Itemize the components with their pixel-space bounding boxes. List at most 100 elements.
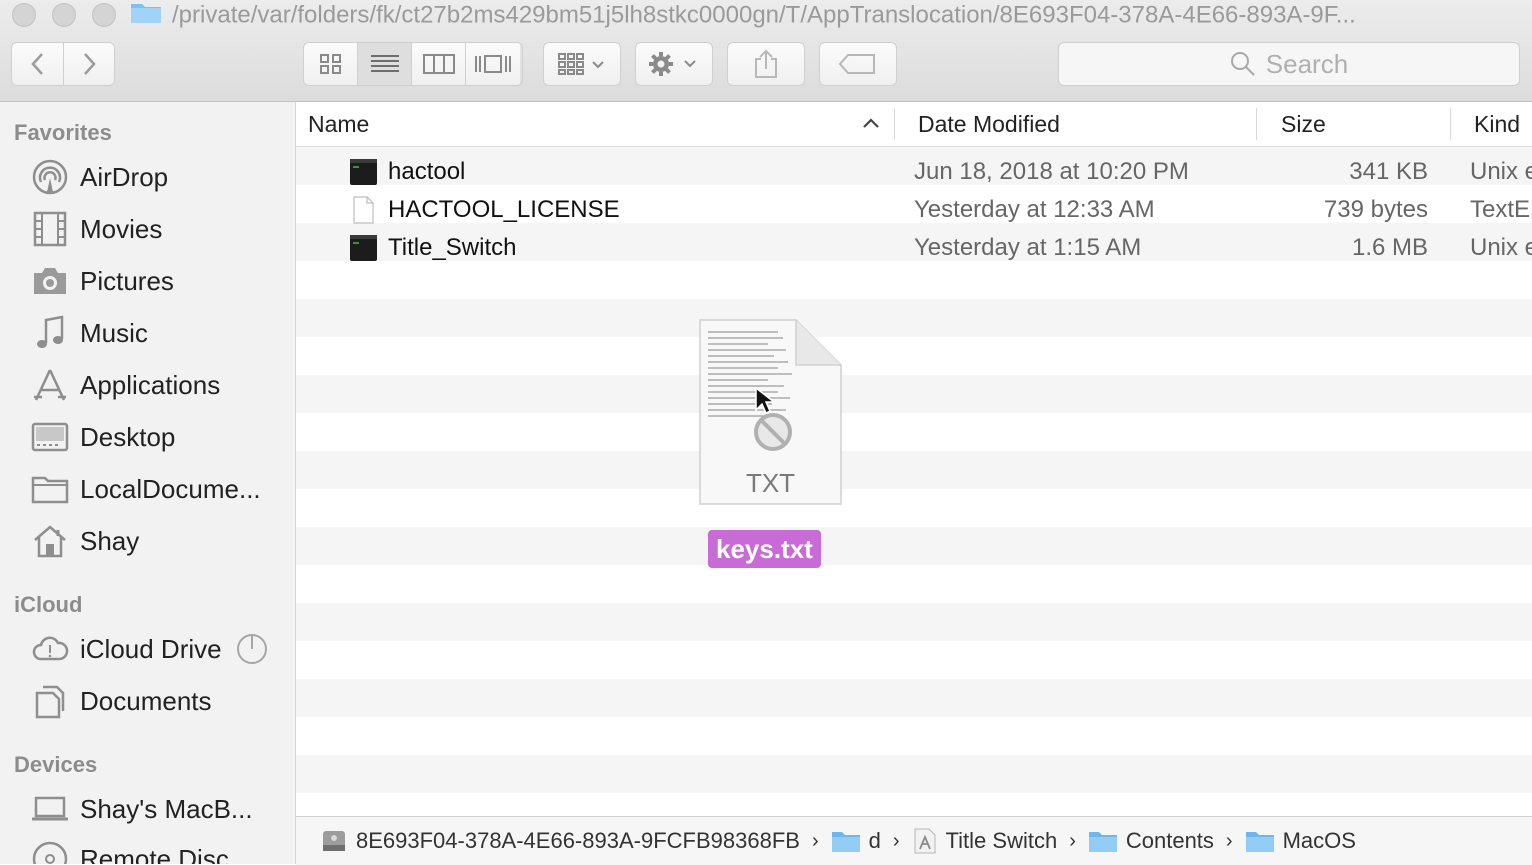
- mouse-pointer-icon: [755, 386, 776, 415]
- forward-button[interactable]: [64, 43, 114, 85]
- nav-buttons: [11, 42, 115, 86]
- sidebar-item-airdrop[interactable]: AirDrop: [0, 153, 295, 201]
- chevron-right-icon: ›: [1225, 829, 1233, 852]
- file-list: Name Date Modified Size Kind hactool Jun…: [296, 102, 1532, 816]
- cover-flow-icon: [475, 55, 511, 73]
- dragged-file-icon[interactable]: TXT: [698, 318, 843, 506]
- sidebar-item-label: iCloud Drive: [80, 633, 222, 664]
- path-item[interactable]: MacOS: [1245, 828, 1356, 854]
- path-item[interactable]: Title Switch: [912, 827, 1057, 855]
- back-button[interactable]: [12, 43, 64, 85]
- window-title: /private/var/folders/fk/ct27b2ms429bm51j…: [130, 0, 1520, 30]
- close-window-button[interactable]: [12, 3, 36, 27]
- devices-header: Devices: [14, 752, 98, 777]
- arrange-button[interactable]: [543, 42, 621, 86]
- airdrop-icon: [30, 157, 70, 197]
- column-view-button[interactable]: [412, 43, 466, 85]
- sidebar-item-pictures[interactable]: Pictures: [0, 257, 295, 305]
- sidebar-item-label: AirDrop: [80, 161, 169, 192]
- app-icon: [914, 828, 936, 854]
- dragged-file-name: keys.txt: [708, 530, 821, 568]
- sidebar-item-movies[interactable]: Movies: [0, 205, 295, 253]
- zoom-window-button[interactable]: [92, 3, 116, 27]
- file-date: Yesterday at 12:33 AM: [914, 196, 1155, 223]
- sidebar-item-applications[interactable]: Applications: [0, 361, 295, 409]
- minimize-window-button[interactable]: [52, 3, 76, 27]
- text-document-icon: [353, 196, 374, 224]
- row-stripe: [296, 679, 1532, 717]
- path-item[interactable]: 8E693F04-378A-4E66-893A-9FCFB98368FB: [320, 827, 800, 855]
- sidebar-item-label: Shay's MacB...: [80, 793, 253, 824]
- search-icon: [1230, 52, 1255, 76]
- cloud-icon: [30, 629, 70, 669]
- file-row[interactable]: hactool Jun 18, 2018 at 10:20 PM 341 KB …: [296, 153, 1532, 191]
- sidebar-item-label: Music: [80, 317, 148, 348]
- path-item[interactable]: d: [831, 828, 881, 854]
- tags-button[interactable]: [819, 42, 897, 86]
- sidebar-item-documents[interactable]: Documents: [0, 677, 295, 725]
- file-kind: Unix e: [1470, 158, 1532, 185]
- sidebar-item-label: Desktop: [80, 421, 176, 452]
- sidebar-item-label: LocalDocume...: [80, 473, 261, 504]
- folder-icon: [831, 832, 860, 852]
- list-view-button[interactable]: [358, 43, 412, 85]
- column-separator[interactable]: [1450, 108, 1451, 140]
- terminal-exec-icon: [350, 235, 377, 261]
- path-item[interactable]: Contents: [1088, 828, 1214, 854]
- list-icon: [370, 55, 399, 72]
- sidebar-item-label: Movies: [80, 213, 163, 244]
- file-row[interactable]: Title_Switch Yesterday at 1:15 AM 1.6 MB…: [296, 229, 1532, 267]
- chevron-left-icon: [30, 53, 43, 75]
- search-field[interactable]: Search: [1058, 42, 1520, 86]
- documents-icon: [30, 681, 70, 721]
- share-button[interactable]: [727, 42, 805, 86]
- row-stripe: [296, 375, 1532, 413]
- sidebar-item-localdocuments[interactable]: LocalDocume...: [0, 465, 295, 513]
- column-separator[interactable]: [1256, 108, 1257, 140]
- sidebar-item-desktop[interactable]: Desktop: [0, 413, 295, 461]
- sync-progress-icon: [236, 634, 267, 664]
- film-icon: [30, 209, 70, 249]
- folder-icon: [130, 0, 162, 30]
- chevron-right-icon: ›: [1069, 829, 1076, 852]
- desktop-icon: [30, 417, 70, 457]
- search-placeholder: Search: [1265, 48, 1349, 79]
- share-icon: [755, 49, 777, 78]
- row-stripe: [296, 299, 1532, 337]
- column-separator[interactable]: [894, 108, 895, 140]
- path-bar: 8E693F04-378A-4E66-893A-9FCFB98368FB › d…: [296, 816, 1532, 865]
- gear-icon: [649, 52, 696, 76]
- column-header-date[interactable]: Date Modified: [918, 102, 1060, 146]
- file-kind: TextE: [1470, 196, 1531, 223]
- camera-icon: [30, 261, 70, 301]
- file-row[interactable]: HACTOOL_LICENSE Yesterday at 12:33 AM 73…: [296, 191, 1532, 229]
- sidebar-item-remote-disc[interactable]: Remote Disc: [0, 835, 295, 864]
- terminal-exec-icon: [350, 159, 377, 185]
- column-header-size[interactable]: Size: [1281, 102, 1326, 146]
- sidebar-item-macbook[interactable]: Shay's MacB...: [0, 785, 295, 833]
- file-date: Yesterday at 1:15 AM: [914, 234, 1142, 261]
- file-date: Jun 18, 2018 at 10:20 PM: [914, 158, 1189, 185]
- file-name: hactool: [388, 158, 466, 185]
- chevron-right-icon: ›: [811, 829, 819, 852]
- path-item-label: Contents: [1125, 828, 1214, 853]
- chevron-right-icon: ›: [892, 829, 900, 852]
- sidebar-item-music[interactable]: Music: [0, 309, 295, 357]
- action-button[interactable]: [635, 42, 713, 86]
- column-header-kind[interactable]: Kind: [1474, 102, 1520, 146]
- file-size: 739 bytes: [1323, 196, 1428, 223]
- folder-icon: [1245, 832, 1274, 852]
- path-item-label: d: [868, 828, 881, 853]
- column-header-name[interactable]: Name: [308, 102, 369, 146]
- gallery-view-button[interactable]: [466, 43, 520, 85]
- sidebar-item-home[interactable]: Shay: [0, 517, 295, 565]
- columns-icon: [422, 54, 455, 74]
- file-name: Title_Switch: [388, 234, 517, 261]
- chevron-right-icon: [84, 53, 96, 75]
- file-kind: Unix e: [1470, 234, 1532, 261]
- view-mode-control: [303, 42, 523, 86]
- sidebar-item-icloud-drive[interactable]: iCloud Drive: [0, 625, 295, 673]
- icon-view-button[interactable]: [304, 43, 358, 85]
- applications-icon: [30, 365, 70, 405]
- file-size: 341 KB: [1349, 158, 1428, 185]
